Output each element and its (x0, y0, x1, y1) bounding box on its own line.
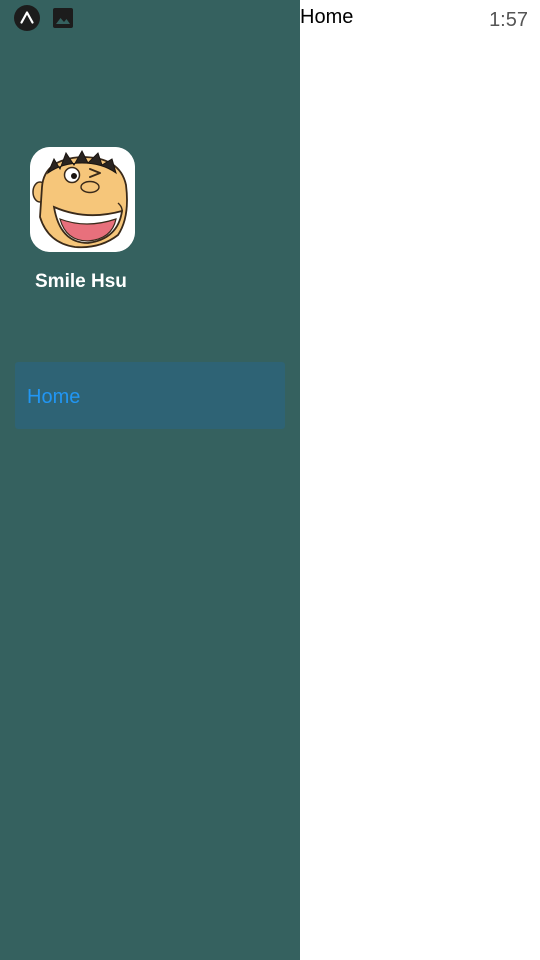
status-bar-icons (14, 5, 74, 31)
user-name: Smile Hsu (35, 271, 127, 292)
drawer-item-home[interactable]: Home (15, 362, 285, 429)
image-icon (53, 8, 73, 28)
app-screen: Smile Hsu Home Home 1:57 (0, 0, 540, 960)
navigation-drawer: Smile Hsu Home (0, 0, 300, 960)
drawer-item-label: Home (27, 386, 81, 408)
expo-app-icon (14, 5, 40, 31)
profile-avatar-container[interactable] (30, 147, 135, 252)
status-bar-time: 1:57 (489, 9, 528, 31)
avatar[interactable] (30, 147, 135, 252)
header-title: Home (300, 6, 354, 28)
